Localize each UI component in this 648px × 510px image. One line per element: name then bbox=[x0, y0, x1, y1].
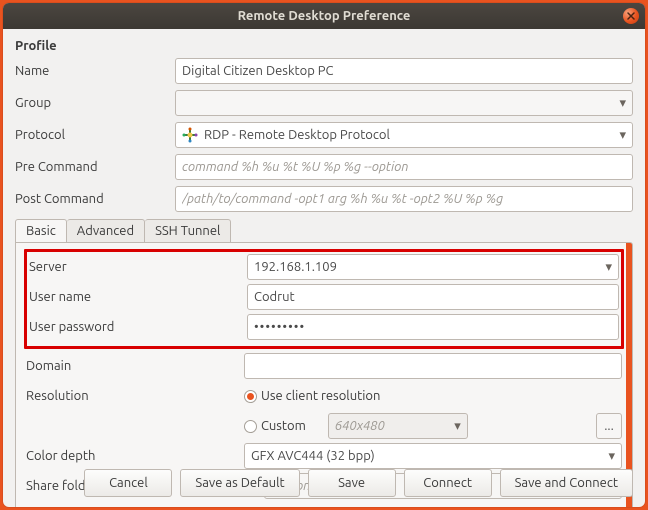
connect-button[interactable]: Connect bbox=[404, 469, 492, 497]
resolution-more-button[interactable]: ... bbox=[596, 413, 622, 439]
resolution-custom-label: Custom bbox=[261, 419, 306, 433]
dialog-buttons: Cancel Save as Default Save Connect Save… bbox=[15, 469, 633, 497]
highlight-box: Server 192.168.1.109 ▾ User name User pa… bbox=[24, 249, 624, 349]
name-input[interactable] bbox=[175, 58, 633, 84]
protocol-value: RDP - Remote Desktop Protocol bbox=[204, 128, 390, 142]
save-button[interactable]: Save bbox=[308, 469, 396, 497]
pre-command-input[interactable] bbox=[175, 154, 633, 180]
resolution-client-label: Use client resolution bbox=[261, 389, 380, 403]
radio-icon bbox=[244, 390, 257, 403]
resolution-size-value: 640x480 bbox=[335, 419, 385, 433]
tab-panel-basic: Server 192.168.1.109 ▾ User name User pa… bbox=[15, 242, 633, 507]
post-command-label: Post Command bbox=[15, 192, 175, 206]
titlebar: Remote Desktop Preference bbox=[3, 3, 645, 29]
server-label: Server bbox=[29, 260, 247, 274]
group-combo[interactable]: ▾ bbox=[175, 90, 633, 116]
resolution-label: Resolution bbox=[26, 389, 244, 403]
profile-heading: Profile bbox=[15, 39, 633, 53]
resolution-custom-radio[interactable]: Custom bbox=[244, 419, 306, 433]
chevron-down-icon: ▾ bbox=[608, 449, 615, 464]
chevron-down-icon: ▾ bbox=[619, 128, 626, 143]
password-label: User password bbox=[29, 320, 247, 334]
tab-advanced[interactable]: Advanced bbox=[67, 219, 145, 242]
color-depth-value: GFX AVC444 (32 bpp) bbox=[251, 449, 375, 463]
scrollbar[interactable] bbox=[626, 243, 632, 507]
domain-label: Domain bbox=[26, 359, 244, 373]
group-label: Group bbox=[15, 96, 175, 110]
username-label: User name bbox=[29, 290, 247, 304]
password-input[interactable] bbox=[247, 314, 619, 340]
chevron-down-icon: ▾ bbox=[605, 260, 612, 275]
chevron-down-icon: ▾ bbox=[619, 96, 626, 111]
tab-basic[interactable]: Basic bbox=[15, 219, 67, 242]
resolution-client-radio[interactable]: Use client resolution bbox=[244, 389, 380, 403]
window-title: Remote Desktop Preference bbox=[238, 9, 411, 23]
close-icon[interactable] bbox=[623, 8, 639, 24]
domain-input[interactable] bbox=[244, 353, 622, 379]
tabs: Basic Advanced SSH Tunnel bbox=[15, 219, 633, 242]
tab-ssh-tunnel[interactable]: SSH Tunnel bbox=[145, 219, 231, 242]
rdp-icon bbox=[182, 127, 198, 143]
cancel-button[interactable]: Cancel bbox=[84, 469, 172, 497]
server-value: 192.168.1.109 bbox=[254, 260, 337, 274]
username-input[interactable] bbox=[247, 284, 619, 310]
name-label: Name bbox=[15, 64, 175, 78]
post-command-input[interactable] bbox=[175, 186, 633, 212]
resolution-size-combo[interactable]: 640x480 ▾ bbox=[328, 413, 468, 439]
radio-icon bbox=[244, 420, 257, 433]
protocol-label: Protocol bbox=[15, 128, 175, 142]
server-combo[interactable]: 192.168.1.109 ▾ bbox=[247, 254, 619, 280]
chevron-down-icon: ▾ bbox=[454, 419, 461, 434]
color-depth-label: Color depth bbox=[26, 449, 244, 463]
pre-command-label: Pre Command bbox=[15, 160, 175, 174]
save-connect-button[interactable]: Save and Connect bbox=[500, 469, 633, 497]
save-default-button[interactable]: Save as Default bbox=[180, 469, 299, 497]
protocol-select[interactable]: RDP - Remote Desktop Protocol ▾ bbox=[175, 122, 633, 148]
color-depth-combo[interactable]: GFX AVC444 (32 bpp) ▾ bbox=[244, 443, 622, 469]
